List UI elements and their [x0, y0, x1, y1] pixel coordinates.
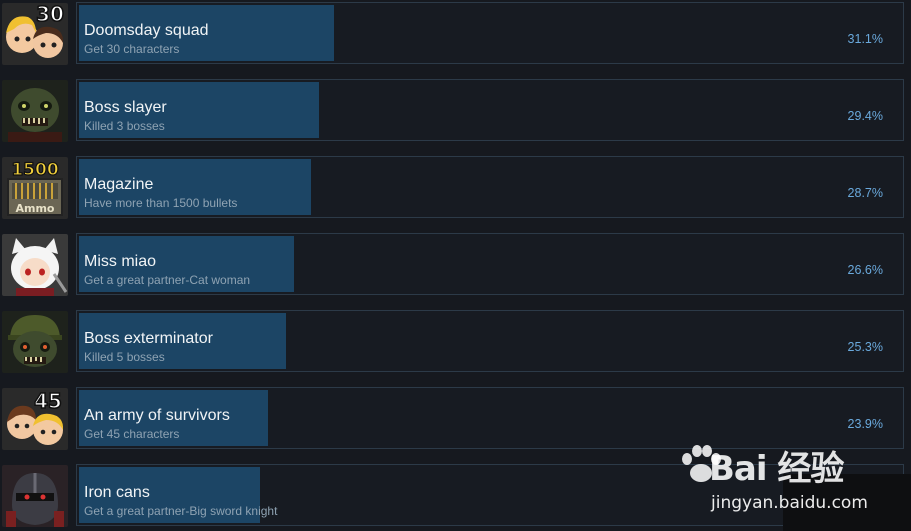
achievement-description: Get 30 characters [84, 42, 180, 56]
achievement-title: Magazine [84, 176, 154, 193]
achievement-panel: Boss slayer Killed 3 bosses 29.4% [76, 79, 904, 141]
icon-subtext: Ammo [16, 202, 55, 215]
achievement-description: Get a great partner-Cat woman [84, 273, 251, 287]
achievement-percent: 31.1% [847, 32, 883, 46]
achievement-row[interactable]: Miss miao Get a great partner-Cat woman … [0, 233, 911, 297]
achievement-percent: 25.3% [847, 340, 883, 354]
achievement-percent: 28.7% [847, 186, 883, 200]
achievement-row[interactable]: 45 An army of survivors Get 45 character… [0, 387, 911, 451]
achievement-percent: 29.4% [847, 109, 883, 123]
achievement-title: An army of survivors [84, 407, 230, 424]
achievement-description: Get 45 characters [84, 427, 180, 441]
achievement-description: Get a great partner-Big sword knight [84, 504, 278, 518]
achievement-description: Have more than 1500 bullets [84, 196, 238, 210]
zombie-boss-icon [2, 80, 68, 142]
achievement-row[interactable]: Iron cans Get a great partner-Big sword … [0, 464, 911, 528]
survivor-duo-45-icon: 45 [2, 388, 68, 450]
achievement-title: Boss slayer [84, 99, 167, 116]
achievement-panel: Miss miao Get a great partner-Cat woman … [76, 233, 904, 295]
achievement-percent: 26.6% [847, 263, 883, 277]
icon-badge: 1500 [11, 160, 58, 180]
achievement-panel: Magazine Have more than 1500 bullets 28.… [76, 156, 904, 218]
achievement-title: Miss miao [84, 253, 157, 270]
cat-woman-icon [2, 234, 68, 296]
achievement-panel: Doomsday squad Get 30 characters 31.1% [76, 2, 904, 64]
achievement-row[interactable]: Ammo 1500 Magazine Have more than 1500 b… [0, 156, 911, 220]
achievement-row[interactable]: Boss slayer Killed 3 bosses 29.4% [0, 79, 911, 143]
survivor-duo-30-icon: 30 [2, 3, 68, 65]
zombie-boss-helmet-icon [2, 311, 68, 373]
achievement-description: Killed 3 bosses [84, 119, 165, 133]
achievement-title: Boss exterminator [84, 330, 213, 347]
achievement-panel: Iron cans Get a great partner-Big sword … [76, 464, 904, 526]
armored-knight-icon [2, 465, 68, 527]
achievement-title: Doomsday squad [84, 22, 209, 39]
achievement-panel: Boss exterminator Killed 5 bosses 25.3% [76, 310, 904, 372]
achievement-description: Killed 5 bosses [84, 350, 165, 364]
achievement-list: 30 Doomsday squad Get 30 characters 31.1… [0, 0, 911, 531]
icon-badge: 30 [36, 3, 64, 26]
icon-badge: 45 [34, 389, 62, 413]
ammo-crate-1500-icon: Ammo 1500 [2, 157, 68, 219]
achievement-row[interactable]: Boss exterminator Killed 5 bosses 25.3% [0, 310, 911, 374]
achievement-row[interactable]: 30 Doomsday squad Get 30 characters 31.1… [0, 2, 911, 66]
achievement-title: Iron cans [84, 484, 150, 501]
achievement-panel: An army of survivors Get 45 characters 2… [76, 387, 904, 449]
achievement-percent: 23.9% [847, 417, 883, 431]
